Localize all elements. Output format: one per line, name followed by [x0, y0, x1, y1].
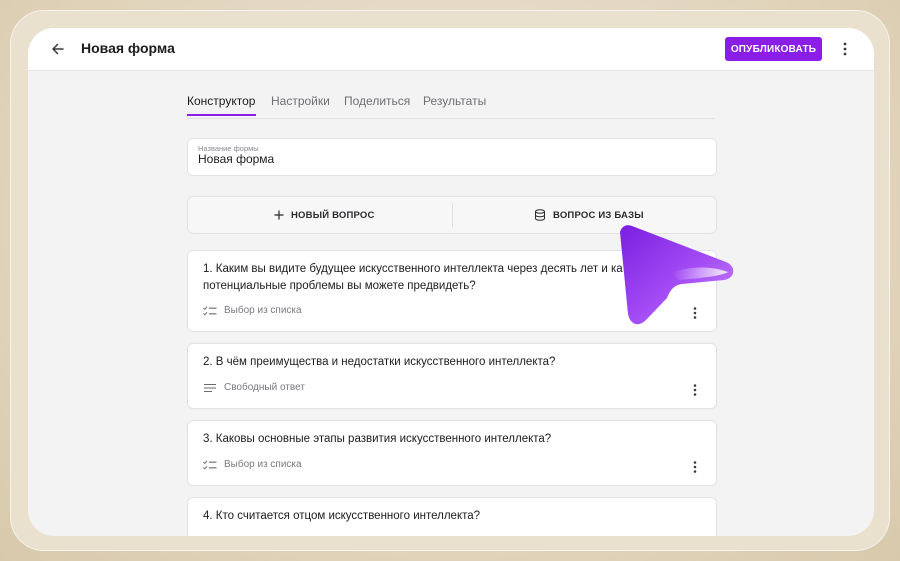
publish-button[interactable]: ОПУБЛИКОВАТЬ [725, 37, 822, 61]
question-type-label: Свободный ответ [224, 382, 305, 393]
question-type: Выбор из списка [203, 459, 302, 470]
question-type: Выбор из списка [203, 305, 302, 316]
question-card-2[interactable]: 2. В чём преимущества и недостатки искус… [187, 343, 717, 409]
question-from-base-label: ВОПРОС ИЗ БАЗЫ [553, 209, 644, 221]
form-name-value[interactable]: Новая форма [198, 152, 274, 166]
back-arrow-icon[interactable] [50, 41, 66, 57]
question-type: Свободный ответ [203, 382, 305, 393]
question-type-label: Выбор из списка [224, 459, 302, 470]
question-card-4[interactable]: 4. Кто считается отцом искусственного ин… [187, 497, 717, 536]
text-lines-icon [204, 383, 216, 392]
active-tab-indicator [187, 114, 256, 116]
new-question-button[interactable]: НОВЫЙ ВОПРОС [274, 197, 375, 233]
page-title: Новая форма [81, 40, 175, 56]
database-icon [535, 209, 545, 221]
tab-share[interactable]: Поделиться [344, 94, 410, 108]
checklist-icon [203, 459, 217, 470]
tab-settings[interactable]: Настройки [271, 94, 330, 108]
tab-bar: Конструктор Настройки Поделиться Результ… [187, 94, 715, 119]
more-options-icon[interactable] [840, 41, 850, 57]
divider [452, 203, 453, 227]
form-name-field[interactable]: Название формы Новая форма [187, 138, 717, 176]
question-more-icon[interactable] [690, 460, 700, 474]
question-text: 2. В чём преимущества и недостатки искус… [203, 356, 556, 368]
tab-results[interactable]: Результаты [423, 94, 486, 108]
question-text: 3. Каковы основные этапы развития искусс… [203, 433, 552, 445]
cursor-pointer-icon [620, 225, 734, 325]
plus-icon [274, 210, 284, 220]
checklist-icon [203, 305, 217, 316]
question-card-3[interactable]: 3. Каковы основные этапы развития искусс… [187, 420, 717, 486]
question-text: 4. Кто считается отцом искусственного ин… [203, 510, 481, 522]
new-question-label: НОВЫЙ ВОПРОС [291, 209, 375, 221]
question-text: 1. Каким вы видите будущее искусственног… [203, 263, 623, 275]
question-type-label: Выбор из списка [224, 305, 302, 316]
question-more-icon[interactable] [690, 383, 700, 397]
question-text-continued: потенциальные проблемы вы можете предвид… [203, 280, 476, 292]
tab-constructor[interactable]: Конструктор [187, 94, 255, 108]
top-bar: Новая форма ОПУБЛИКОВАТЬ [28, 28, 874, 71]
app-window: Новая форма ОПУБЛИКОВАТЬ Конструктор Нас… [28, 28, 874, 536]
